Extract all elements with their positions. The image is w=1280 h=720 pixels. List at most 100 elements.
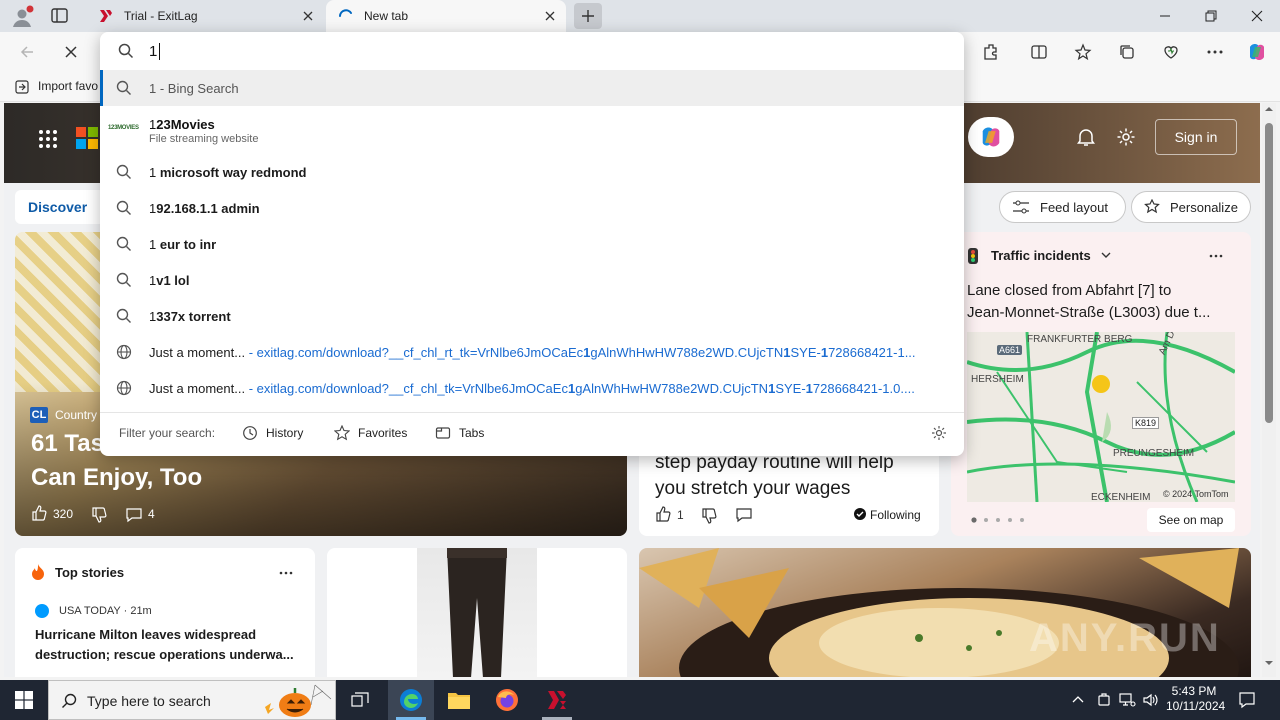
taskbar-file-explorer[interactable] xyxy=(436,680,482,720)
browser-essentials-icon[interactable] xyxy=(1156,38,1186,66)
taskbar-exitlag[interactable] xyxy=(534,680,580,720)
chevron-up-icon[interactable] xyxy=(1070,692,1086,708)
usa-today-logo-icon xyxy=(35,604,49,618)
map-copyright: © 2024 TomTom xyxy=(1163,489,1229,499)
import-icon xyxy=(14,79,30,95)
suggestion-site-123movies[interactable]: 123MOVIES 123Movies File streaming websi… xyxy=(100,106,964,150)
close-tab-icon[interactable] xyxy=(300,8,316,24)
source-name: Country xyxy=(55,408,98,422)
source-badge: CL xyxy=(30,407,48,423)
microsoft-logo-icon xyxy=(76,127,98,149)
history-item[interactable]: Just a moment... - exitlag.com/download?… xyxy=(100,370,964,406)
extensions-icon[interactable] xyxy=(976,38,1006,66)
ad-card[interactable] xyxy=(327,548,627,677)
traffic-map[interactable]: FRANKFURTER BERG HERSHEIM PREUNGESHEIM E… xyxy=(967,332,1235,502)
import-favorites-link[interactable]: Import favo xyxy=(38,79,98,93)
network-icon[interactable] xyxy=(1118,692,1136,708)
minimize-button[interactable] xyxy=(1142,0,1188,32)
top-stories-card[interactable]: Top stories USA TODAY · 21m Hurricane Mi… xyxy=(15,548,315,677)
suggestion-item[interactable]: 1 eur to inr xyxy=(100,226,964,262)
collections-icon[interactable] xyxy=(1112,38,1142,66)
following-check-icon xyxy=(854,508,866,520)
dislike-icon[interactable] xyxy=(701,508,717,524)
close-tab-icon[interactable] xyxy=(542,8,558,24)
split-screen-icon[interactable] xyxy=(1024,38,1054,66)
page-scrollbar[interactable] xyxy=(1262,103,1276,677)
history-item[interactable]: Just a moment... - exitlag.com/download?… xyxy=(100,334,964,370)
copilot-button[interactable] xyxy=(968,117,1014,157)
following-button[interactable]: Following xyxy=(870,508,921,522)
comment-icon[interactable] xyxy=(125,507,143,523)
suggestion-item[interactable]: 1 microsoft way redmond xyxy=(100,154,964,190)
windows-taskbar: Type here to search 5:43 PM 10/11/2024 xyxy=(0,680,1280,720)
filter-tabs-button[interactable]: Tabs xyxy=(435,424,484,442)
filter-favorites-button[interactable]: Favorites xyxy=(334,424,407,442)
clock[interactable]: 5:43 PM 10/11/2024 xyxy=(1166,684,1226,714)
search-icon xyxy=(116,236,132,252)
personalize-button[interactable]: Personalize xyxy=(1131,191,1251,223)
restore-button[interactable] xyxy=(1188,0,1234,32)
traffic-light-icon xyxy=(967,248,979,264)
scroll-thumb[interactable] xyxy=(1265,123,1273,423)
like-icon[interactable] xyxy=(31,505,47,521)
taskbar-firefox[interactable] xyxy=(484,680,530,720)
filter-label: Filter your search: xyxy=(119,426,216,440)
feed-layout-button[interactable]: Feed layout xyxy=(999,191,1126,223)
more-options-icon[interactable] xyxy=(279,571,293,575)
clock-date: 10/11/2024 xyxy=(1166,699,1226,713)
settings-gear-icon[interactable] xyxy=(931,425,947,441)
comment-icon[interactable] xyxy=(735,507,753,523)
food-story-card[interactable]: ANY.RUN xyxy=(639,548,1251,677)
history-text: Just a moment... - exitlag.com/download?… xyxy=(149,344,916,360)
traffic-headline-line2: Jean-Monnet-Straße (L3003) due t... xyxy=(967,304,1211,321)
profile-avatar-icon[interactable] xyxy=(10,5,34,29)
scroll-down-arrow-icon[interactable] xyxy=(1265,659,1273,667)
product-image xyxy=(417,548,537,677)
like-icon[interactable] xyxy=(655,506,671,522)
filter-history-button[interactable]: History xyxy=(242,424,303,442)
device-icon[interactable] xyxy=(1096,692,1112,708)
traffic-card[interactable]: Traffic incidents Lane closed from Abfah… xyxy=(951,232,1251,536)
settings-gear-icon[interactable] xyxy=(1116,127,1136,147)
more-options-icon[interactable] xyxy=(1200,38,1230,66)
edge-icon xyxy=(400,689,422,711)
globe-icon xyxy=(116,344,132,360)
suggestion-bing-search[interactable]: 1 - Bing Search xyxy=(100,70,964,106)
suggestion-item[interactable]: 192.168.1.1 admin xyxy=(100,190,964,226)
suggestion-item[interactable]: 1337x torrent xyxy=(100,298,964,334)
copilot-icon[interactable] xyxy=(1242,38,1272,66)
close-window-button[interactable] xyxy=(1234,0,1280,32)
tab-new-tab[interactable]: New tab xyxy=(326,0,566,32)
tabs-icon xyxy=(435,427,451,439)
chevron-down-icon[interactable] xyxy=(1101,250,1111,260)
taskbar-search-box[interactable]: Type here to search xyxy=(48,680,336,720)
notifications-bell-icon[interactable] xyxy=(1076,127,1096,147)
back-button[interactable] xyxy=(12,38,42,66)
tab-exitlag[interactable]: Trial - ExitLag xyxy=(88,0,324,32)
suggestion-text: 192.168.1.1 admin xyxy=(149,200,260,216)
comment-count: 4 xyxy=(148,507,155,521)
tab-actions-icon[interactable] xyxy=(50,7,70,25)
dislike-icon[interactable] xyxy=(91,507,107,523)
apps-grid-icon[interactable] xyxy=(38,129,58,149)
taskbar-edge[interactable] xyxy=(388,680,434,720)
discover-tab[interactable]: Discover xyxy=(15,190,105,224)
address-input[interactable]: 1 xyxy=(149,42,161,60)
new-tab-button[interactable] xyxy=(574,3,602,29)
scroll-up-arrow-icon[interactable] xyxy=(1265,105,1273,113)
story-headline-line2: destruction; rescue operations underwa..… xyxy=(35,647,294,662)
notification-center-icon[interactable] xyxy=(1238,691,1256,709)
stop-loading-button[interactable] xyxy=(56,38,86,66)
start-button[interactable] xyxy=(0,680,48,720)
watermark: ANY.RUN xyxy=(1029,616,1221,660)
like-count: 320 xyxy=(53,507,74,521)
task-view-button[interactable] xyxy=(340,680,380,720)
volume-icon[interactable] xyxy=(1142,692,1160,708)
task-view-icon xyxy=(351,692,369,707)
more-options-icon[interactable] xyxy=(1209,254,1223,258)
sign-in-button[interactable]: Sign in xyxy=(1155,119,1237,155)
see-on-map-button[interactable]: See on map xyxy=(1147,508,1235,532)
carousel-dots[interactable] xyxy=(971,517,1031,523)
favorites-star-icon[interactable] xyxy=(1068,38,1098,66)
suggestion-item[interactable]: 1v1 lol xyxy=(100,262,964,298)
